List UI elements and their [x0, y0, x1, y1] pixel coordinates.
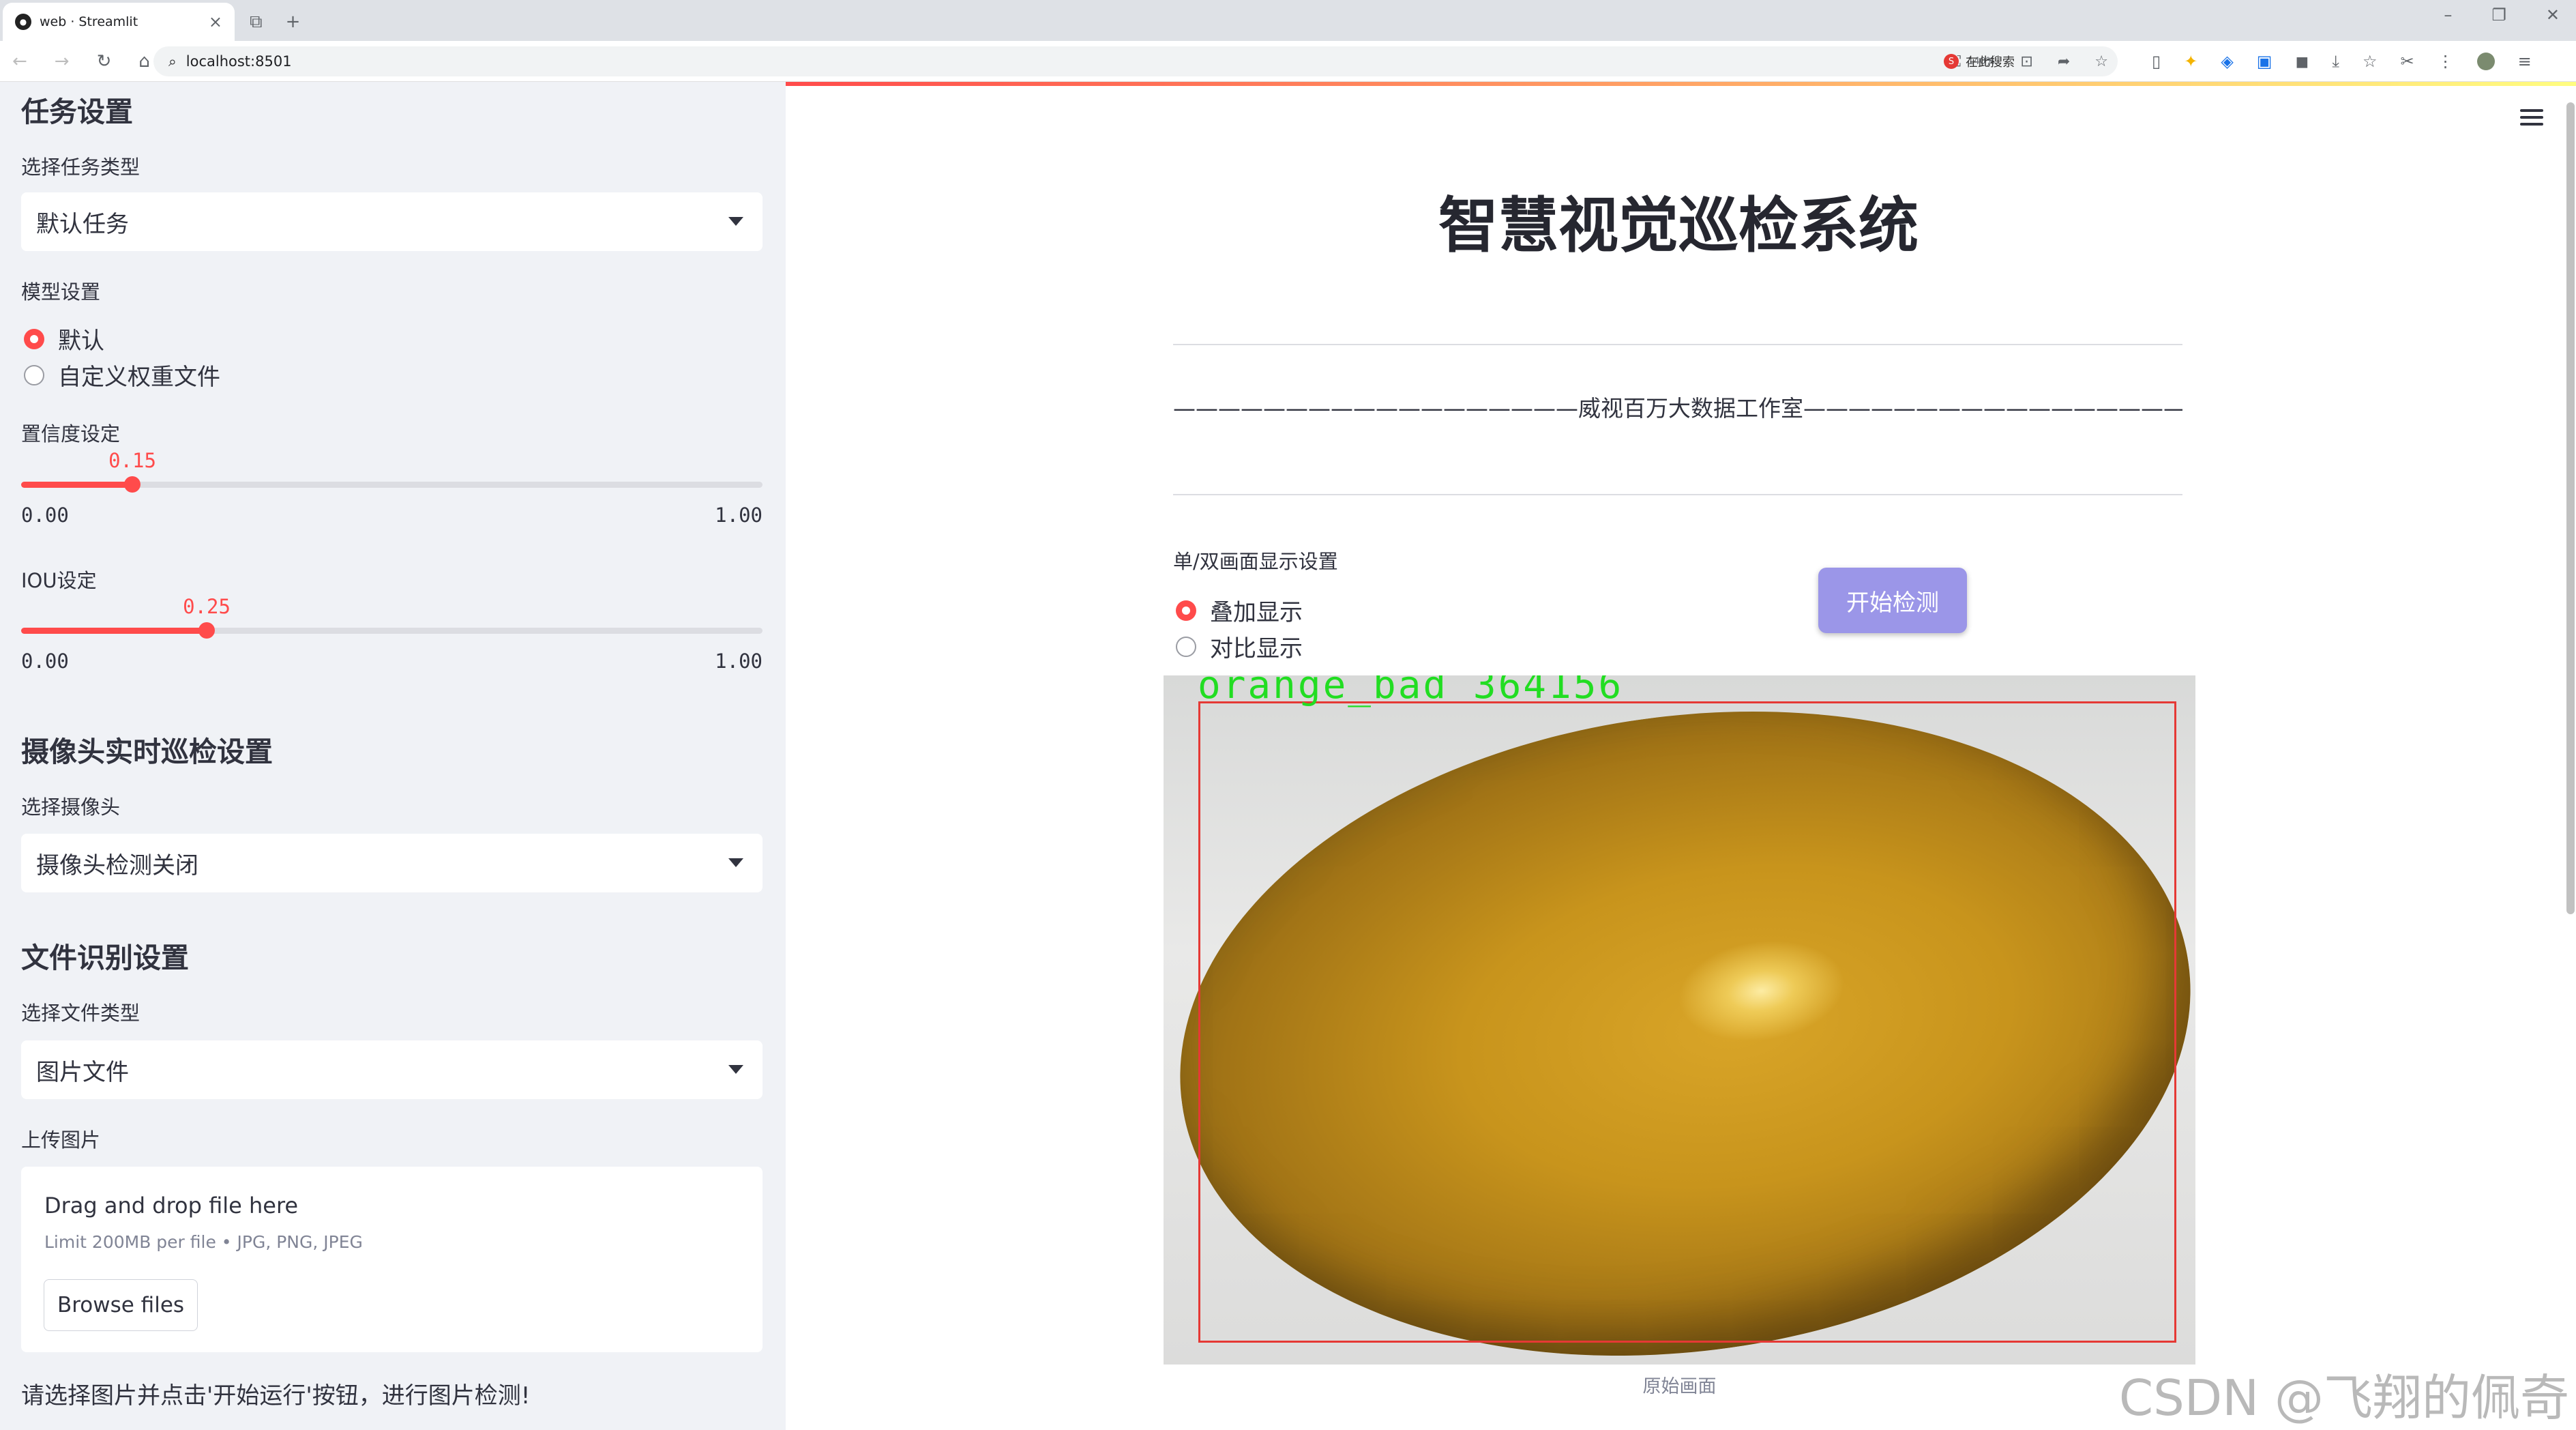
- search-engine-label: 在此搜索: [1966, 55, 2015, 70]
- extension-dark-icon[interactable]: ◼: [2295, 52, 2309, 71]
- slider-max: 1.00: [715, 650, 763, 673]
- search-engine-box[interactable]: S 在此搜索: [1937, 46, 2142, 76]
- model-option-label: 默认: [58, 327, 104, 355]
- radio-unselected-icon[interactable]: [24, 364, 44, 385]
- upload-drag-text: Drag and drop file here: [44, 1193, 299, 1219]
- confidence-label: 置信度设定: [21, 422, 121, 446]
- iou-label: IOU设定: [21, 569, 97, 592]
- phone-icon[interactable]: ▯: [2152, 52, 2161, 71]
- home-icon[interactable]: ⌂: [138, 51, 150, 72]
- studio-subtitle: ——————————————————威视百万大数据工作室————————————…: [1173, 395, 2182, 422]
- slider-value: 0.25: [183, 595, 231, 618]
- restore-button[interactable]: ❐: [2491, 5, 2506, 25]
- downloads-icon[interactable]: ⤓: [2332, 52, 2339, 71]
- profile-avatar[interactable]: [2476, 53, 2495, 70]
- back-icon[interactable]: ←: [12, 51, 27, 72]
- divider: [1173, 344, 2182, 345]
- slider-thumb[interactable]: [124, 476, 140, 493]
- file-type-label: 选择文件类型: [21, 1002, 140, 1025]
- radio-unselected-icon[interactable]: [1176, 636, 1196, 657]
- search-engine-logo-icon: S: [1944, 54, 1959, 69]
- csdn-watermark: CSDN @飞翔的佩奇: [2118, 1369, 2569, 1427]
- extension-star-icon[interactable]: ✦: [2184, 52, 2197, 71]
- iou-slider[interactable]: 0.25 0.00 1.00: [21, 595, 763, 673]
- hamburger-menu-icon[interactable]: [2520, 109, 2543, 130]
- extension-icons: ▯ ✦ ◈ ▣ ◼ ⤓ ☆ ✂ ⋮ ≡: [2152, 48, 2532, 75]
- task-type-value: 默认任务: [36, 210, 129, 238]
- model-settings-label: 模型设置: [21, 280, 101, 304]
- detection-image: orange_bad 364156: [1164, 675, 2195, 1365]
- instruction-note: 请选择图片并点击'开始运行'按钮，进行图片检测!: [21, 1382, 531, 1410]
- display-option-label: 对比显示: [1210, 635, 1303, 662]
- display-option-label: 叠加显示: [1210, 599, 1303, 626]
- detection-label: orange_bad 364156: [1198, 675, 1624, 707]
- start-detection-button[interactable]: 开始检测: [1818, 568, 1967, 633]
- browser-toolbar: ← → ↻ ⌂ ⌕ localhost:8501 140% ⛶ ⚡ ⊡ ➦ ☆ …: [0, 41, 2576, 82]
- chevron-down-icon: [728, 1065, 743, 1074]
- streamlit-favicon-icon: ●: [15, 14, 31, 30]
- radio-selected-icon[interactable]: [24, 328, 44, 349]
- task-settings-heading: 任务设置: [21, 96, 133, 128]
- model-radio-default[interactable]: 默认: [24, 322, 104, 355]
- tab-title: web · Streamlit: [40, 14, 138, 29]
- forward-icon[interactable]: →: [55, 51, 70, 72]
- display-mode-label: 单/双画面显示设置: [1173, 550, 1338, 573]
- top-decoration: [786, 82, 2576, 86]
- camera-label: 选择摄像头: [21, 796, 121, 819]
- camera-value: 摄像头检测关闭: [36, 851, 198, 879]
- search-icon: ⌕: [168, 53, 177, 70]
- more-menu-icon[interactable]: ⋮: [2438, 52, 2454, 71]
- detection-bounding-box: [1198, 701, 2176, 1343]
- display-radio-overlay[interactable]: 叠加显示: [1176, 594, 1303, 627]
- file-type-value: 图片文件: [36, 1058, 129, 1086]
- slider-fill: [21, 628, 207, 634]
- slider-min: 0.00: [21, 650, 69, 673]
- scissors-icon[interactable]: ✂: [2401, 52, 2414, 71]
- new-tab-button[interactable]: +: [286, 12, 301, 32]
- upload-label: 上传图片: [21, 1128, 101, 1152]
- sidebar: 任务设置 选择任务类型 默认任务 模型设置 默认 自定义权重文件 置信度设定 0…: [0, 82, 786, 1430]
- minimize-button[interactable]: –: [2444, 5, 2452, 25]
- favorites-icon[interactable]: ☆: [2363, 52, 2378, 71]
- file-settings-heading: 文件识别设置: [21, 942, 189, 974]
- main-content: 智慧视觉巡检系统 ——————————————————威视百万大数据工作室———…: [786, 82, 2576, 1430]
- window-controls: – ❐ ✕: [2444, 5, 2560, 25]
- tab-close-icon[interactable]: ×: [209, 12, 222, 31]
- model-radio-custom[interactable]: 自定义权重文件: [24, 358, 220, 392]
- browser-menu-icon[interactable]: ≡: [2518, 52, 2532, 71]
- reload-icon[interactable]: ↻: [97, 51, 112, 72]
- model-option-label: 自定义权重文件: [58, 364, 220, 391]
- upload-limit-text: Limit 200MB per file • JPG, PNG, JPEG: [44, 1232, 363, 1252]
- confidence-slider[interactable]: 0.15 0.00 1.00: [21, 449, 763, 527]
- task-type-label: 选择任务类型: [21, 156, 140, 179]
- display-radio-compare[interactable]: 对比显示: [1176, 630, 1303, 663]
- close-window-button[interactable]: ✕: [2546, 5, 2560, 25]
- task-type-select[interactable]: 默认任务: [21, 192, 763, 251]
- browse-files-button[interactable]: Browse files: [44, 1279, 198, 1331]
- image-caption: 原始画面: [1642, 1376, 1717, 1397]
- page-title: 智慧视觉巡检系统: [1438, 190, 1919, 261]
- slider-thumb[interactable]: [198, 622, 215, 639]
- address-bar[interactable]: ⌕ localhost:8501 140% ⛶ ⚡ ⊡ ➦ ☆: [153, 46, 2118, 76]
- file-type-select[interactable]: 图片文件: [21, 1040, 763, 1099]
- camera-settings-heading: 摄像头实时巡检设置: [21, 735, 273, 768]
- file-uploader-dropzone[interactable]: Drag and drop file here Limit 200MB per …: [21, 1167, 763, 1352]
- extension-translate-icon[interactable]: ◈: [2221, 52, 2233, 71]
- slider-max: 1.00: [715, 504, 763, 527]
- browser-tab-bar: ● web · Streamlit × ⧉ + – ❐ ✕: [0, 0, 2576, 41]
- slider-fill: [21, 482, 132, 488]
- slider-value: 0.15: [108, 449, 156, 472]
- tab-group-icon[interactable]: ⧉: [250, 12, 263, 33]
- camera-select[interactable]: 摄像头检测关闭: [21, 834, 763, 892]
- url-text[interactable]: localhost:8501: [186, 53, 292, 70]
- chevron-down-icon: [728, 217, 743, 226]
- radio-selected-icon[interactable]: [1176, 600, 1196, 621]
- browser-tab[interactable]: ● web · Streamlit ×: [3, 3, 235, 41]
- divider: [1173, 494, 2182, 495]
- slider-min: 0.00: [21, 504, 69, 527]
- extension-puzzle-icon[interactable]: ▣: [2257, 52, 2272, 71]
- chevron-down-icon: [728, 858, 743, 867]
